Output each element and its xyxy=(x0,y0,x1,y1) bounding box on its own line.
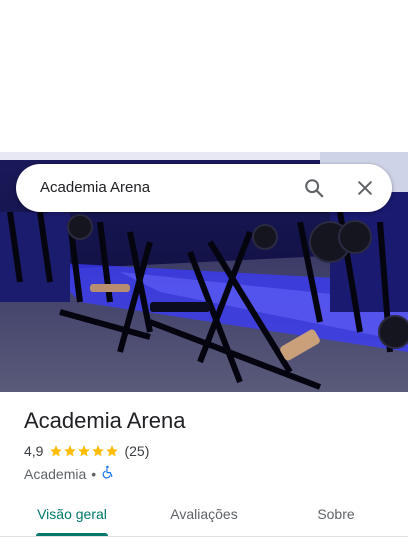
star-icon xyxy=(106,445,119,457)
rating-value: 4,9 xyxy=(24,443,44,459)
search-bar[interactable]: Academia Arena xyxy=(16,164,392,212)
star-icon xyxy=(92,445,105,457)
star-icon xyxy=(50,445,63,457)
wheelchair-icon xyxy=(101,465,115,482)
star-icon xyxy=(78,445,91,457)
star-icon xyxy=(64,445,77,457)
rating-stars xyxy=(49,444,119,458)
place-title: Academia Arena xyxy=(24,408,186,433)
tab-overview[interactable]: Visão geral xyxy=(22,492,122,536)
tab-reviews[interactable]: Avaliações xyxy=(154,492,254,536)
close-icon[interactable] xyxy=(353,176,377,200)
category-row: Academia • xyxy=(24,465,115,482)
rating-row[interactable]: 4,9 (25) xyxy=(24,443,149,459)
separator-dot: • xyxy=(91,465,97,482)
review-count[interactable]: (25) xyxy=(124,443,149,459)
place-tabs: Visão geral Avaliações Sobre xyxy=(0,492,408,536)
tab-about[interactable]: Sobre xyxy=(286,492,386,536)
search-icon[interactable] xyxy=(302,176,326,200)
search-input[interactable]: Academia Arena xyxy=(40,164,150,212)
place-category: Academia xyxy=(24,465,87,482)
tabs-divider xyxy=(0,536,408,537)
